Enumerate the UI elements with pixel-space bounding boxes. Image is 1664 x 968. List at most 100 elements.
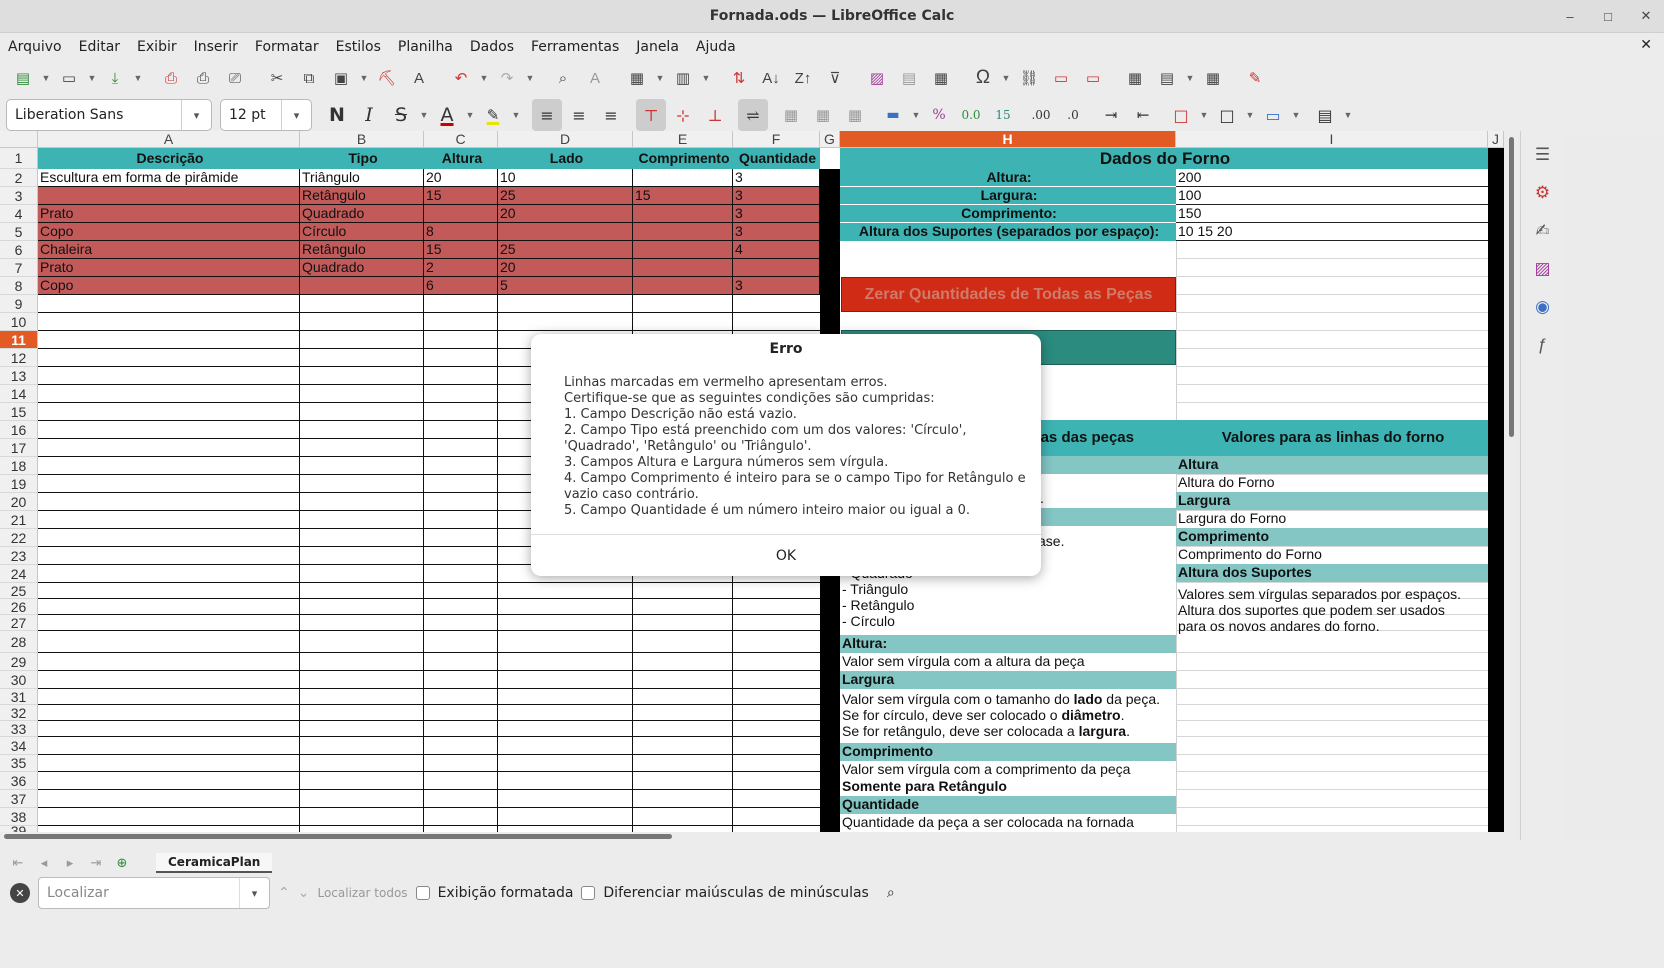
table-cell[interactable]: 20 — [424, 169, 498, 187]
chevron-down-icon[interactable]: ▾ — [181, 100, 211, 130]
table-cell[interactable]: Chaleira — [38, 241, 300, 259]
row-header[interactable]: 20 — [0, 493, 38, 511]
table-cell[interactable] — [633, 169, 733, 187]
find-input[interactable]: Localizar ▾ — [38, 877, 270, 909]
draw-functions-icon[interactable]: ✎ — [1240, 64, 1270, 92]
table-cell[interactable]: 2 — [424, 259, 498, 277]
print-icon[interactable]: ⎙ — [188, 64, 218, 92]
find-next-icon[interactable]: ⌄ — [298, 885, 310, 901]
table-cell[interactable] — [38, 187, 300, 205]
increase-indent-icon[interactable]: ⇥ — [1096, 99, 1126, 131]
table-cell[interactable]: Retângulo — [300, 241, 424, 259]
chevron-down-icon[interactable]: ▼ — [478, 64, 490, 92]
open-icon[interactable]: ▭ — [54, 64, 84, 92]
forno-label-suportes[interactable]: Altura dos Suportes (separados por espaç… — [840, 223, 1176, 241]
freeze-rows-icon[interactable]: ▤ — [1152, 64, 1182, 92]
chevron-down-icon[interactable]: ▼ — [1198, 101, 1210, 129]
styles-icon[interactable]: ✍ — [1521, 221, 1564, 245]
help-right-comprimento-header[interactable]: Comprimento — [1176, 528, 1488, 546]
table-cell[interactable]: Círculo — [300, 223, 424, 241]
zerar-quantidades-button[interactable]: Zerar Quantidades de Todas as Peças — [841, 277, 1176, 312]
menu-ajuda[interactable]: Ajuda — [696, 39, 736, 55]
row-header[interactable]: 19 — [0, 475, 38, 493]
pivot-table-icon[interactable]: ▦ — [926, 64, 956, 92]
print-preview-icon[interactable]: ⎚ — [220, 64, 250, 92]
help-quantidade-header[interactable]: Quantidade — [840, 796, 1176, 814]
row-header[interactable]: 24 — [0, 565, 38, 583]
header-descricao[interactable]: Descrição — [38, 148, 300, 169]
last-sheet-icon[interactable]: ⇥ — [86, 855, 106, 871]
comment-icon[interactable]: ▭ — [1046, 64, 1076, 92]
table-cell[interactable]: Triângulo — [300, 169, 424, 187]
help-largura-text-3[interactable]: Se for retângulo, deve ser colocada a la… — [840, 723, 1176, 739]
horizontal-scrollbar[interactable] — [0, 832, 1504, 840]
center-vertically-icon[interactable]: ⊹ — [668, 99, 698, 131]
table-cell[interactable]: 3 — [733, 223, 820, 241]
chevron-down-icon[interactable]: ▼ — [654, 64, 666, 92]
navigator-icon[interactable]: ◉ — [1521, 297, 1564, 321]
spelling-icon[interactable]: A — [580, 64, 610, 92]
chevron-down-icon[interactable]: ▾ — [239, 878, 269, 908]
border-color-icon[interactable]: ▭ — [1258, 99, 1288, 131]
help-left-triangulo[interactable]: - Triângulo — [840, 581, 1176, 597]
close-document-icon[interactable]: ✕ — [1640, 37, 1652, 53]
font-color-icon[interactable]: A — [432, 99, 462, 131]
row-header[interactable]: 36 — [0, 772, 38, 790]
row-header[interactable]: 30 — [0, 671, 38, 689]
find-replace-icon[interactable]: ⌕ — [548, 64, 578, 92]
decrease-indent-icon[interactable]: ⇤ — [1128, 99, 1158, 131]
column-header-j[interactable]: J — [1488, 131, 1504, 148]
help-comprimento-note[interactable]: Somente para Retângulo — [840, 778, 1176, 795]
properties-icon[interactable]: ⚙ — [1521, 183, 1564, 207]
table-cell[interactable]: 25 — [498, 187, 633, 205]
copy-icon[interactable]: ⧉ — [294, 64, 324, 92]
forno-label-altura[interactable]: Altura: — [840, 169, 1176, 187]
table-cell[interactable]: Copo — [38, 277, 300, 295]
forno-value-largura[interactable]: 100 — [1176, 187, 1488, 205]
help-right-header[interactable]: Valores para as linhas do forno — [1176, 420, 1488, 456]
forno-value-comprimento[interactable]: 150 — [1176, 205, 1488, 223]
chevron-down-icon[interactable]: ▼ — [1342, 101, 1354, 129]
row-header[interactable]: 10 — [0, 313, 38, 331]
chevron-down-icon[interactable]: ▼ — [86, 64, 98, 92]
table-cell[interactable]: Prato — [38, 259, 300, 277]
find-all-button[interactable]: Localizar todos — [317, 886, 407, 900]
next-sheet-icon[interactable]: ▸ — [60, 855, 80, 871]
chevron-down-icon[interactable]: ▼ — [910, 101, 922, 129]
row-header[interactable]: 1 — [0, 148, 38, 169]
help-largura-text-2[interactable]: Se for círculo, deve ser colocado o diâm… — [840, 707, 1176, 723]
menu-estilos[interactable]: Estilos — [336, 39, 381, 55]
help-right-suportes-header[interactable]: Altura dos Suportes — [1176, 564, 1488, 582]
unmerge-cells-icon[interactable]: ▦ — [840, 99, 870, 131]
minimize-button[interactable]: – — [1558, 4, 1582, 28]
help-right-suportes-text-3[interactable]: para os novos andares do forno. — [1176, 618, 1488, 634]
header-footer-icon[interactable]: ▭ — [1078, 64, 1108, 92]
header-altura[interactable]: Altura — [424, 148, 498, 169]
table-cell[interactable] — [424, 205, 498, 223]
menu-ferramentas[interactable]: Ferramentas — [531, 39, 619, 55]
row-header[interactable]: 2 — [0, 169, 38, 187]
row-header[interactable]: 12 — [0, 349, 38, 367]
align-right-icon[interactable]: ≡ — [596, 99, 626, 131]
help-largura-header[interactable]: Largura — [840, 671, 1176, 689]
forno-value-altura[interactable]: 200 — [1176, 169, 1488, 187]
column-header-h[interactable]: H — [840, 131, 1176, 148]
find-previous-icon[interactable]: ⌃ — [278, 885, 290, 901]
row-header[interactable]: 7 — [0, 259, 38, 277]
first-sheet-icon[interactable]: ⇤ — [8, 855, 28, 871]
table-cell[interactable]: Retângulo — [300, 187, 424, 205]
align-left-icon[interactable]: ≡ — [532, 99, 562, 131]
add-decimal-icon[interactable]: .00 — [1026, 99, 1056, 131]
menu-arquivo[interactable]: Arquivo — [8, 39, 62, 55]
column-header-i[interactable]: I — [1176, 131, 1488, 148]
sort-icon[interactable]: ⇅ — [724, 64, 754, 92]
border-style-icon[interactable]: □ — [1212, 99, 1242, 131]
vertical-scrollbar-thumb[interactable] — [1509, 137, 1514, 437]
italic-button[interactable]: I — [354, 99, 384, 131]
special-character-icon[interactable]: Ω — [968, 64, 998, 92]
clone-format-icon[interactable]: ⛏ — [372, 64, 402, 92]
table-cell[interactable]: 25 — [498, 241, 633, 259]
row-header[interactable]: 23 — [0, 547, 38, 565]
wrap-text-icon[interactable]: ⇌ — [738, 99, 768, 131]
row-header[interactable]: 5 — [0, 223, 38, 241]
